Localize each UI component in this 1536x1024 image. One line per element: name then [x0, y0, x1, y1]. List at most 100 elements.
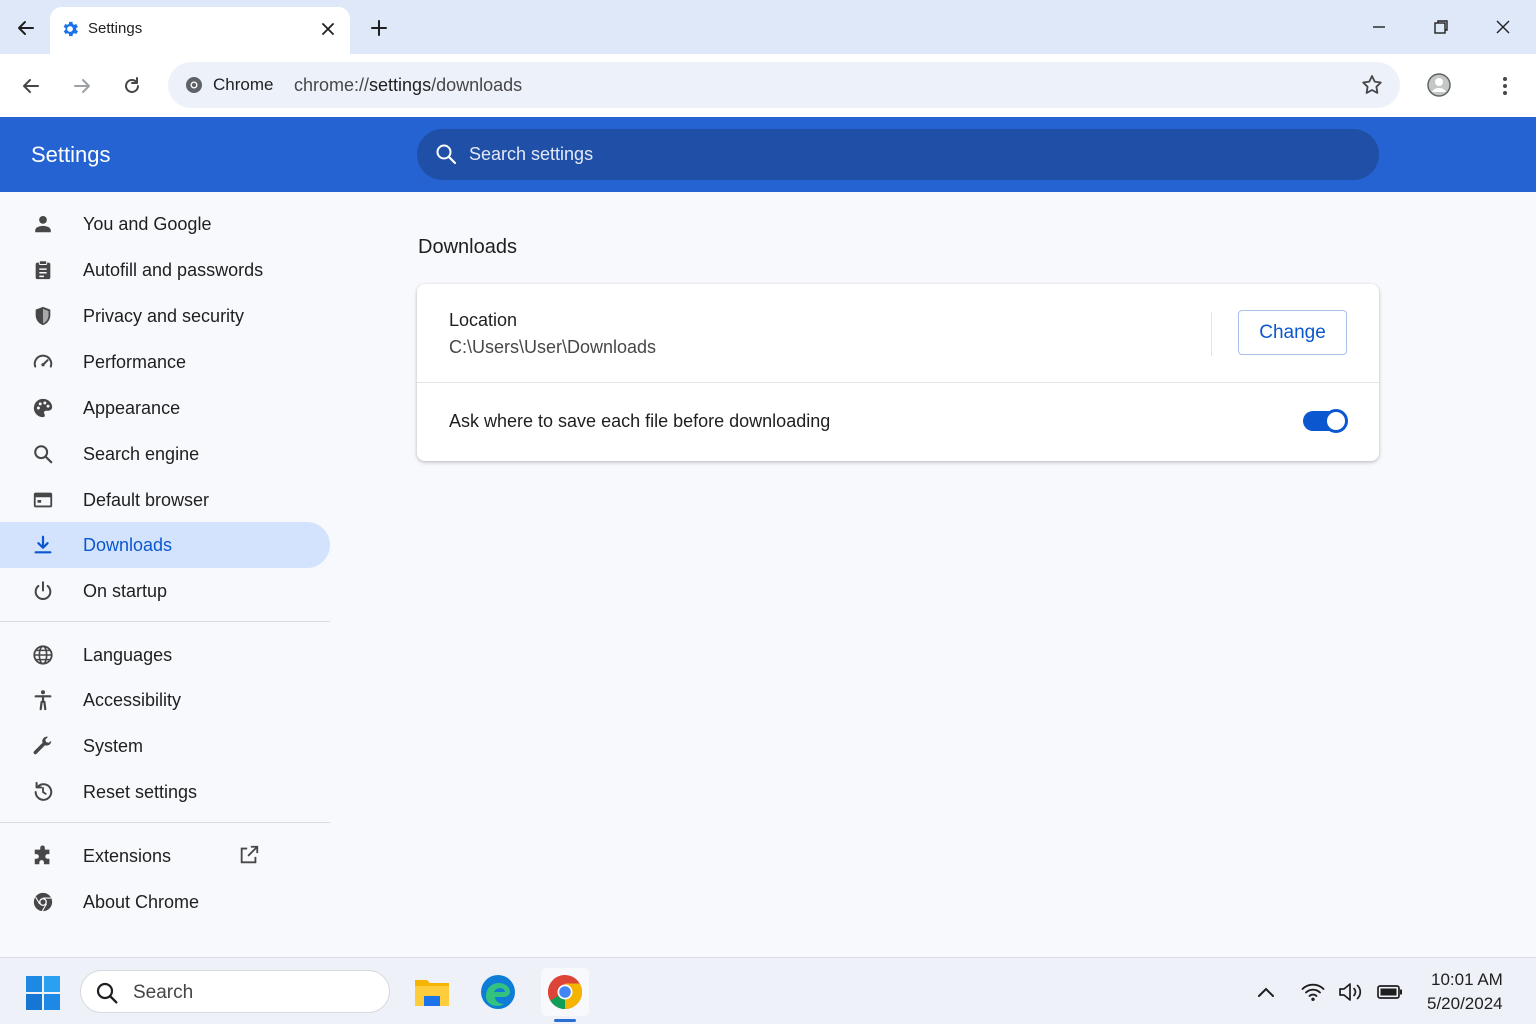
sidebar-item-label: Autofill and passwords	[83, 259, 264, 280]
open-in-new-icon[interactable]	[238, 844, 262, 868]
sidebar-item-label: Reset settings	[83, 781, 198, 802]
back-arrow-icon[interactable]	[16, 71, 46, 101]
taskbar-search-box[interactable]: Search	[80, 970, 390, 1013]
sidebar-item-extensions[interactable]: Extensions	[0, 833, 330, 879]
sidebar-item-label: System	[83, 735, 144, 756]
sidebar-item-downloads[interactable]: Downloads	[0, 522, 330, 568]
sidebar-item-on-startup[interactable]: On startup	[0, 568, 330, 614]
change-location-button[interactable]: Change	[1238, 310, 1347, 355]
active-app-indicator	[554, 1019, 576, 1022]
search-icon	[435, 143, 457, 165]
shield-icon	[31, 304, 55, 328]
sidebar-item-label: On startup	[83, 580, 168, 601]
new-tab-plus-icon[interactable]	[366, 15, 392, 41]
sidebar-item-label: About Chrome	[83, 891, 200, 912]
sidebar-item-label: You and Google	[83, 213, 212, 234]
sidebar-divider	[0, 822, 330, 823]
section-title: Downloads	[418, 236, 517, 258]
row-divider	[417, 382, 1379, 383]
taskbar-search-label: Search	[133, 982, 194, 1003]
sidebar-item-system[interactable]: System	[0, 723, 330, 769]
sidebar-divider	[0, 621, 330, 622]
search-icon	[95, 981, 119, 1005]
sidebar-item-default-browser[interactable]: Default browser	[0, 477, 330, 523]
volume-icon[interactable]	[1338, 980, 1364, 1004]
chrome-icon	[31, 890, 55, 914]
windows-taskbar: Search 10:01 AM 5/20/2024	[0, 957, 1536, 1024]
edge-browser-icon[interactable]	[474, 968, 522, 1016]
more-vert-icon[interactable]	[1490, 71, 1520, 101]
download-icon	[31, 533, 55, 557]
sidebar-item-about-chrome[interactable]: About Chrome	[0, 879, 330, 925]
browser-icon	[31, 488, 55, 512]
sidebar-item-label: Downloads	[83, 534, 173, 555]
clock-time[interactable]: 10:01 AM	[1431, 970, 1503, 990]
forward-arrow-icon[interactable]	[67, 71, 97, 101]
sidebar-item-label: Privacy and security	[83, 305, 245, 326]
clock-date[interactable]: 5/20/2024	[1427, 994, 1503, 1014]
sidebar-item-languages[interactable]: Languages	[0, 632, 330, 678]
url-text: chrome://settings/downloads	[294, 75, 523, 95]
settings-search-box[interactable]	[417, 129, 1379, 180]
profile-avatar-icon[interactable]	[1424, 70, 1454, 100]
speedometer-icon	[31, 350, 55, 374]
settings-sidebar: You and Google Autofill and passwords Pr…	[0, 192, 330, 957]
sidebar-item-performance[interactable]: Performance	[0, 339, 330, 385]
search-icon	[31, 442, 55, 466]
tab-settings[interactable]: Settings	[50, 7, 350, 54]
file-explorer-icon[interactable]	[408, 968, 456, 1016]
sidebar-item-appearance[interactable]: Appearance	[0, 385, 330, 431]
sidebar-item-reset-settings[interactable]: Reset settings	[0, 769, 330, 815]
ask-where-to-save-label: Ask where to save each file before downl…	[449, 411, 831, 431]
sidebar-item-label: Performance	[83, 351, 187, 372]
page-title: Settings	[31, 142, 111, 167]
chrome-icon	[184, 75, 204, 95]
accessibility-icon	[31, 688, 55, 712]
sidebar-item-accessibility[interactable]: Accessibility	[0, 677, 330, 723]
ask-where-to-save-toggle[interactable]	[1303, 409, 1348, 433]
tab-title: Settings	[88, 20, 143, 37]
sidebar-item-privacy[interactable]: Privacy and security	[0, 293, 330, 339]
globe-icon	[31, 643, 55, 667]
history-icon	[31, 780, 55, 804]
sidebar-item-label: Appearance	[83, 397, 181, 418]
sidebar-item-autofill[interactable]: Autofill and passwords	[0, 247, 330, 293]
bookmark-star-icon[interactable]	[1360, 73, 1384, 97]
sidebar-item-you-and-google[interactable]: You and Google	[0, 201, 330, 247]
sidebar-item-label: Languages	[83, 644, 173, 665]
close-icon[interactable]	[318, 19, 338, 39]
sidebar-item-label: Search engine	[83, 443, 200, 464]
site-chip-label: Chrome	[213, 75, 274, 94]
restore-icon[interactable]	[1426, 12, 1456, 42]
window-close-icon[interactable]	[1488, 12, 1518, 42]
battery-icon[interactable]	[1377, 980, 1403, 1004]
sidebar-item-label: Extensions	[83, 845, 172, 866]
gear-icon	[60, 19, 80, 39]
person-icon	[31, 212, 55, 236]
sidebar-item-search-engine[interactable]: Search engine	[0, 431, 330, 477]
wifi-icon[interactable]	[1300, 980, 1326, 1004]
location-path: C:\Users\User\Downloads	[449, 337, 657, 357]
location-label: Location	[449, 310, 518, 330]
tab-strip: Settings	[0, 0, 1536, 54]
toggle-knob	[1324, 409, 1348, 433]
reload-icon[interactable]	[117, 71, 147, 101]
power-icon	[31, 579, 55, 603]
address-bar[interactable]: Chrome chrome://settings/downloads	[168, 62, 1400, 108]
wrench-icon	[31, 734, 55, 758]
minimize-icon[interactable]	[1364, 12, 1394, 42]
chevron-up-icon[interactable]	[1253, 980, 1279, 1004]
chrome-taskbar-icon[interactable]	[541, 968, 589, 1022]
tab-search-back-icon[interactable]	[12, 14, 40, 42]
palette-icon	[31, 396, 55, 420]
settings-header: Settings	[0, 117, 1536, 192]
browser-toolbar: Chrome chrome://settings/downloads	[0, 54, 1536, 117]
search-input[interactable]	[469, 129, 1349, 180]
windows-start-icon[interactable]	[26, 976, 60, 1010]
puzzle-icon	[31, 844, 55, 868]
sidebar-item-label: Accessibility	[83, 689, 182, 710]
downloads-settings-card: Location C:\Users\User\Downloads Change …	[417, 284, 1379, 461]
sidebar-item-label: Default browser	[83, 489, 210, 510]
clipboard-icon	[31, 258, 55, 282]
vertical-divider	[1211, 312, 1212, 356]
